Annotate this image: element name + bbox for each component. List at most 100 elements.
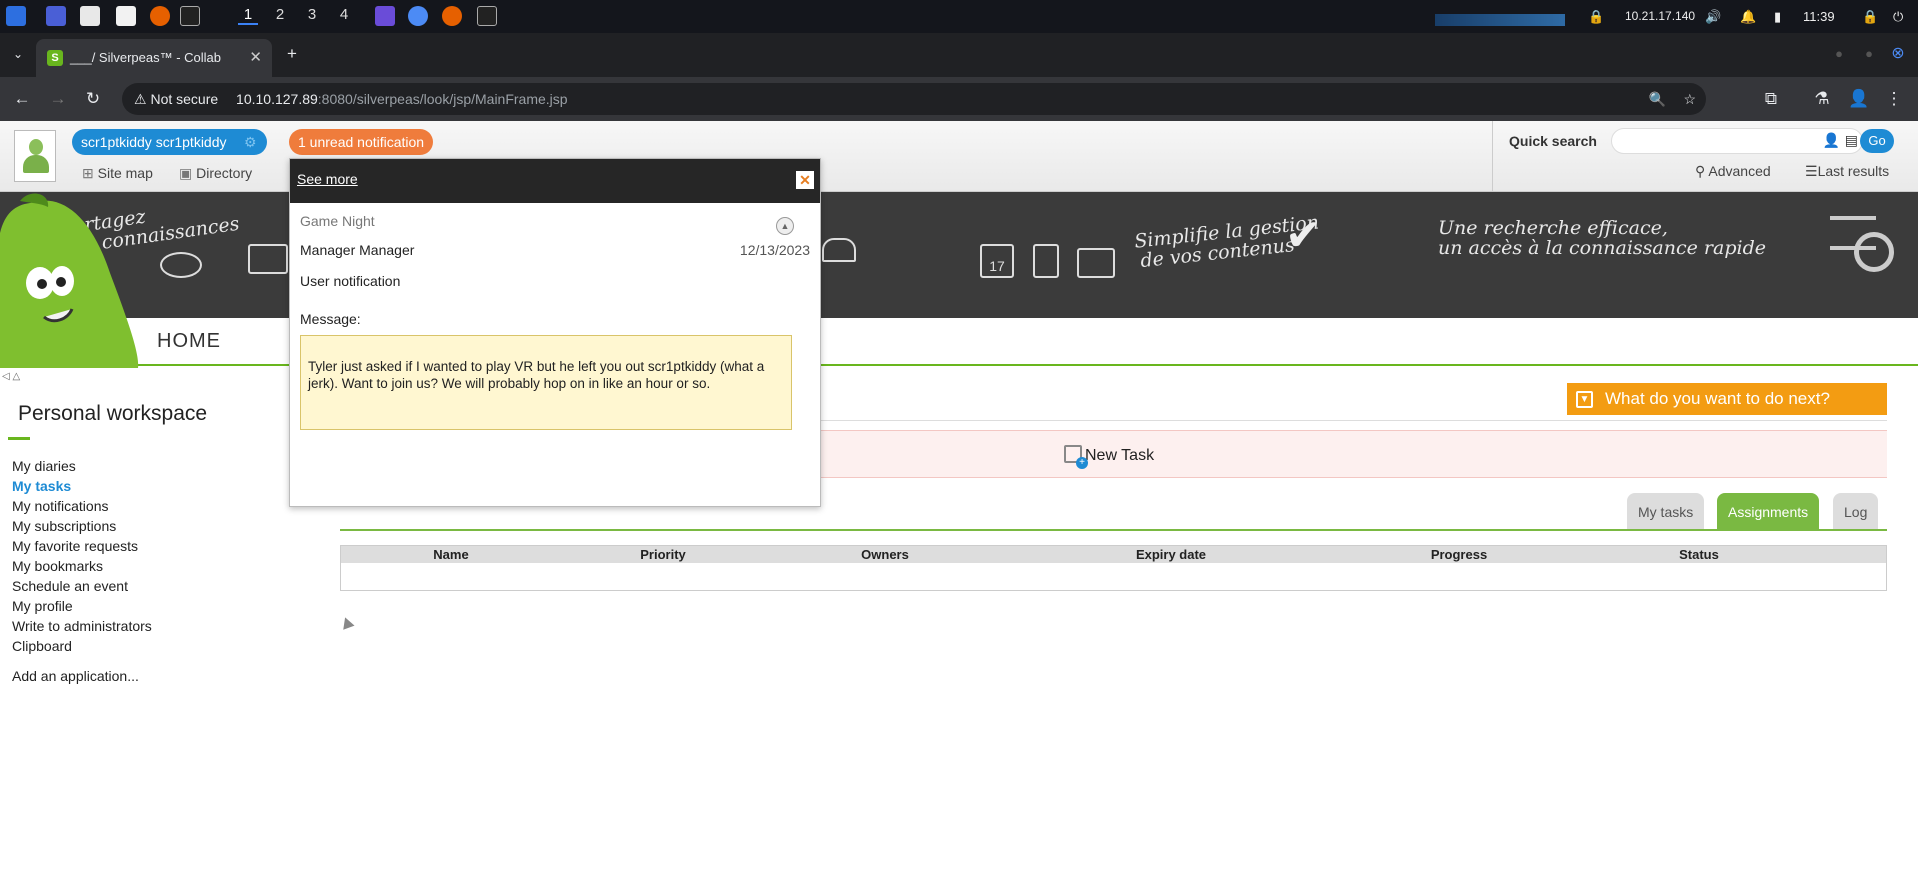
calendar-icon: 17 [980, 244, 1014, 278]
col-status[interactable]: Status [1649, 547, 1749, 562]
add-application-link[interactable]: Add an application... [12, 668, 139, 684]
what-next-button[interactable]: ▼ What do you want to do next? [1567, 383, 1887, 415]
search-icon: ⚲ [1695, 163, 1706, 179]
notification-popup: See more ✕ Game Night ▲ Manager Manager … [289, 158, 821, 507]
burpsuite-icon[interactable] [375, 6, 395, 26]
ws-item-my-subscriptions[interactable]: My subscriptions [12, 516, 152, 536]
workspace-4[interactable]: 4 [334, 6, 354, 23]
kali-menu-icon[interactable] [6, 6, 26, 26]
workspace-title: Personal workspace [18, 402, 208, 425]
col-priority[interactable]: Priority [613, 547, 713, 562]
user-menu-button[interactable]: scr1ptkiddy scr1ptkiddy ⚙ [72, 129, 267, 155]
message-label: Message: [300, 311, 361, 327]
ws-item-my-tasks[interactable]: My tasks [12, 476, 152, 496]
menu-home[interactable]: HOME [157, 330, 221, 353]
terminal-icon[interactable] [180, 6, 200, 26]
ws-item-my-diaries[interactable]: My diaries [12, 456, 152, 476]
copy-icon[interactable]: ▤ [1845, 132, 1858, 149]
notifications-button[interactable]: 1 unread notification [289, 129, 434, 155]
firefox-icon[interactable] [150, 6, 170, 26]
tab-my-tasks[interactable]: My tasks [1627, 493, 1705, 531]
cursor-arrow-icon [339, 615, 355, 630]
quick-search-input[interactable]: 👤 ▤ [1611, 128, 1863, 154]
workspace-3[interactable]: 3 [302, 6, 322, 23]
bookmark-star-icon[interactable]: ☆ [1683, 83, 1696, 115]
col-name[interactable]: Name [401, 547, 501, 562]
chrome-icon[interactable] [408, 6, 428, 26]
url-host: 10.10.127.89 [236, 91, 318, 107]
col-owners[interactable]: Owners [835, 547, 935, 562]
address-bar[interactable]: ⚠ Not secure 10.10.127.89:8080/silverpea… [122, 83, 1706, 115]
ws-item-schedule-event[interactable]: Schedule an event [12, 576, 152, 596]
ws-item-my-profile[interactable]: My profile [12, 596, 152, 616]
browser-menu-icon[interactable]: ⋮ [1880, 85, 1908, 113]
forward-arrow-icon[interactable]: → [44, 85, 72, 113]
advanced-search-link[interactable]: ⚲ Advanced [1695, 163, 1771, 180]
avatar[interactable] [14, 130, 56, 182]
workspace-2[interactable]: 2 [270, 6, 290, 23]
tab-log[interactable]: Log [1833, 493, 1879, 531]
profile-icon[interactable]: 👤 [1845, 85, 1873, 113]
site-map-label: Site map [97, 165, 153, 181]
directory-label: Directory [196, 165, 253, 181]
silverpeas-favicon-icon: S [47, 50, 63, 66]
reload-icon[interactable]: ↻ [79, 85, 107, 113]
close-window-icon[interactable]: ⊗ [1884, 40, 1912, 68]
collapse-up-icon[interactable]: ▲ [776, 217, 794, 235]
gear-icon[interactable]: ⚙ [244, 129, 257, 155]
site-map-icon: ⊞ [82, 165, 94, 181]
terminal-icon-2[interactable] [477, 6, 497, 26]
last-results-link[interactable]: ☰Last results [1805, 163, 1889, 180]
text-editor-icon[interactable] [116, 6, 136, 26]
ws-item-my-favorite-requests[interactable]: My favorite requests [12, 536, 152, 556]
tasks-table: Name Priority Owners Expiry date Progres… [340, 545, 1887, 591]
ws-item-my-bookmarks[interactable]: My bookmarks [12, 556, 152, 576]
see-more-link[interactable]: See more [297, 171, 358, 187]
ws-item-my-notifications[interactable]: My notifications [12, 496, 152, 516]
new-task-icon [1064, 445, 1088, 469]
col-progress[interactable]: Progress [1409, 547, 1509, 562]
tabs-underline [340, 529, 1887, 531]
volume-icon[interactable]: 🔊 [1705, 0, 1721, 33]
file-manager-icon[interactable] [80, 6, 100, 26]
zoom-icon[interactable]: 🔍 [1649, 83, 1666, 115]
ws-item-write-admins[interactable]: Write to administrators [12, 616, 152, 636]
new-tab-icon[interactable]: + [278, 40, 306, 68]
close-tab-icon[interactable]: ✕ [249, 39, 262, 77]
browser-tab[interactable]: S ___/ Silverpeas™ - Collab ✕ [36, 39, 272, 77]
os-taskbar: 1 2 3 4 🔒 10.21.17.140 🔊 🔔 ▮ 11:39 🔒 ⏻ [0, 0, 1918, 33]
notifications-icon[interactable]: 🔔 [1740, 0, 1756, 33]
labs-icon[interactable]: ⚗ [1808, 85, 1836, 113]
browser-tabstrip: ⌄ S ___/ Silverpeas™ - Collab ✕ + ● ● ⊗ [0, 33, 1918, 77]
tab-list-chevron-icon[interactable]: ⌄ [4, 40, 32, 68]
notification-date: 12/13/2023 [739, 242, 810, 258]
ws-item-clipboard[interactable]: Clipboard [12, 636, 152, 656]
tab-assignments[interactable]: Assignments [1717, 493, 1820, 531]
firefox-icon-2[interactable] [442, 6, 462, 26]
power-icon[interactable]: ⏻ [1893, 0, 1903, 33]
notification-sender: Manager Manager [300, 242, 415, 258]
network-graph [1435, 0, 1565, 33]
minimize-window-icon[interactable]: ● [1825, 40, 1853, 68]
clock: 11:39 [1803, 9, 1835, 24]
not-secure-label[interactable]: Not secure [150, 91, 218, 107]
advanced-label: Advanced [1708, 163, 1771, 179]
site-map-link[interactable]: ⊞ Site map [82, 165, 153, 182]
vpn-icon: 🔒 [1588, 9, 1605, 24]
ip-address: 10.21.17.140 [1625, 9, 1696, 23]
back-arrow-icon[interactable]: ← [8, 85, 36, 113]
desktop-icon[interactable] [46, 6, 66, 26]
directory-link[interactable]: ▣ Directory [179, 165, 252, 182]
user-filter-icon[interactable]: 👤 [1823, 132, 1840, 149]
workspace-1[interactable]: 1 [238, 6, 258, 25]
lock-icon[interactable]: 🔒 [1862, 0, 1878, 33]
close-icon[interactable]: ✕ [796, 171, 814, 189]
extensions-icon[interactable]: ⧉ [1757, 85, 1785, 113]
collapse-arrows-icon[interactable]: ◁ △ [2, 371, 20, 382]
page-header: scr1ptkiddy scr1ptkiddy ⚙ 1 unread notif… [0, 121, 1918, 192]
go-button[interactable]: Go [1860, 129, 1894, 153]
banner: Partagez vos connaissances 17 Simplifie … [0, 192, 1918, 318]
new-task-button[interactable]: New Task [1064, 445, 1154, 469]
col-expiry-date[interactable]: Expiry date [1111, 547, 1231, 562]
maximize-window-icon[interactable]: ● [1855, 40, 1883, 68]
